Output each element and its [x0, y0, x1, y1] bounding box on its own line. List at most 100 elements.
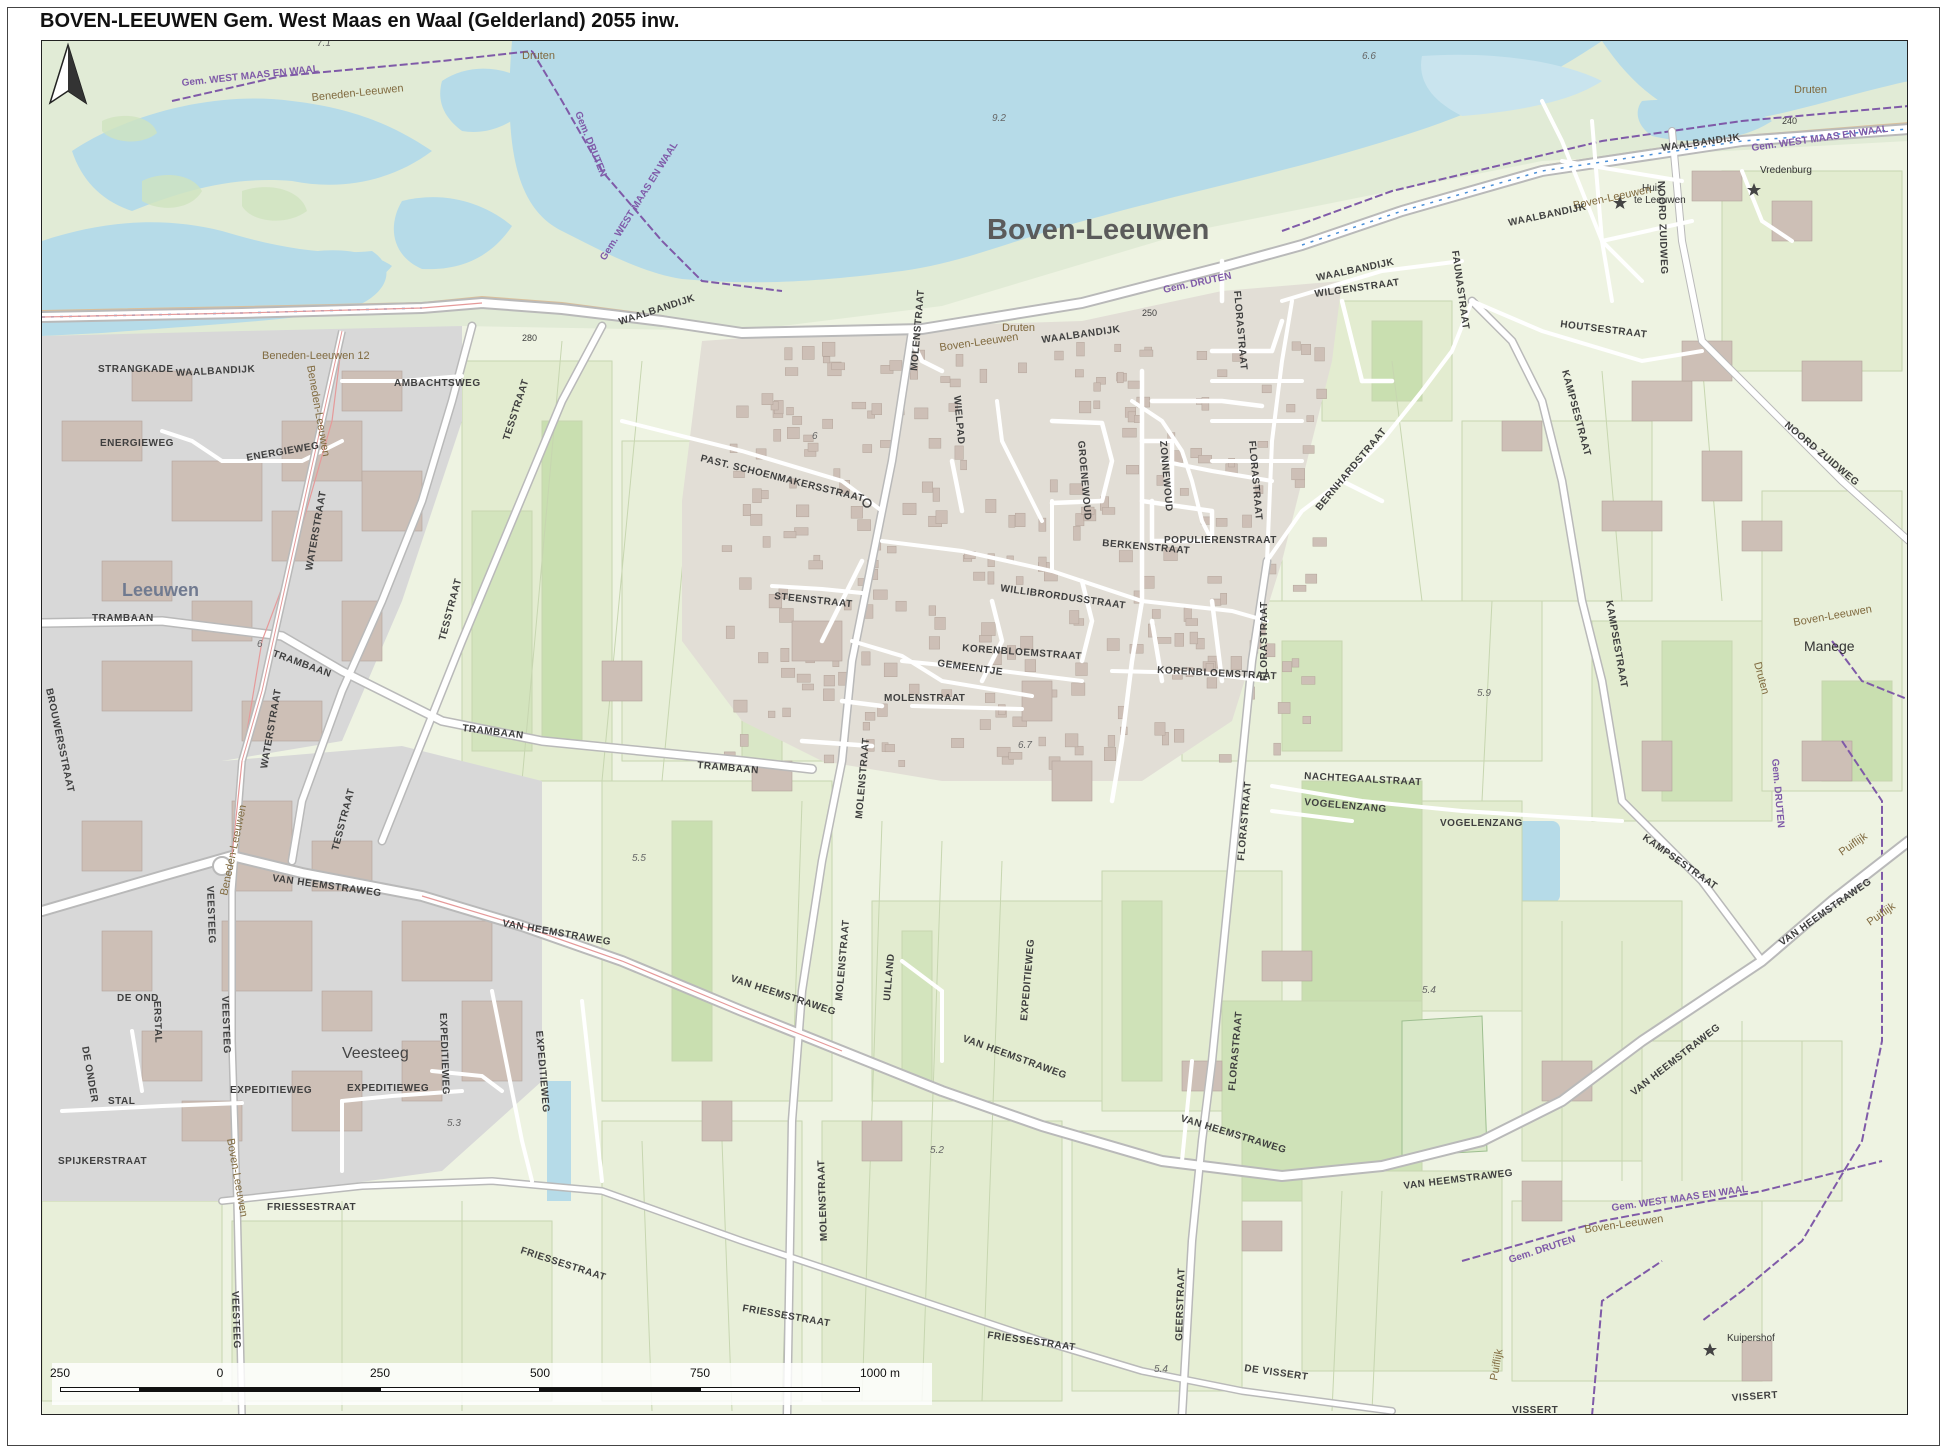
scale-label: 250: [369, 1366, 391, 1380]
house: [973, 571, 986, 581]
street-label: ERSTAL: [151, 1001, 163, 1044]
map-canvas[interactable]: Boven-Leeuwen Leeuwen Veesteeg Manege Hu…: [42, 41, 1908, 1415]
house: [1156, 637, 1172, 644]
house: [1024, 659, 1036, 673]
house: [1093, 400, 1101, 409]
house: [1015, 512, 1026, 527]
house: [1076, 342, 1085, 357]
house: [1306, 415, 1315, 422]
house: [935, 510, 948, 524]
place-label-veesteeg: Veesteeg: [342, 1045, 409, 1062]
house: [954, 445, 964, 460]
scale-segment: [140, 1387, 220, 1392]
house: [1151, 609, 1161, 619]
house: [1277, 702, 1291, 714]
house: [1282, 661, 1292, 673]
scale-segment: [380, 1387, 540, 1392]
house: [981, 622, 996, 636]
spot-height: 7.1: [317, 41, 331, 49]
spot-height: 5.2: [930, 1145, 944, 1156]
house: [1302, 445, 1315, 454]
house: [873, 589, 888, 600]
house: [781, 667, 796, 678]
house: [1185, 618, 1198, 626]
house: [1049, 479, 1058, 493]
house: [1230, 656, 1242, 670]
house: [784, 347, 793, 361]
house: [1174, 729, 1185, 743]
house: [1292, 584, 1307, 592]
scale-bar: 250 0 250 500 750 1000 m: [49, 1363, 932, 1405]
house: [1220, 593, 1227, 605]
house: [949, 378, 961, 388]
house: [889, 360, 903, 371]
street-label: TRAMBAAN: [92, 613, 154, 624]
house: [1242, 514, 1252, 528]
house: [934, 617, 946, 630]
house: [801, 346, 815, 360]
house: [1018, 362, 1027, 374]
house: [1198, 455, 1212, 464]
country-park: [1401, 1015, 1488, 1157]
house: [736, 405, 749, 418]
house: [921, 481, 933, 493]
scale-segment: [60, 1387, 140, 1392]
road-number: 250: [1142, 308, 1157, 318]
house: [801, 683, 814, 691]
spot-height: 6: [257, 639, 263, 650]
street-label: SPIJKERSTRAAT: [58, 1156, 147, 1167]
house: [1291, 468, 1305, 481]
house: [1286, 404, 1296, 413]
house: [1126, 465, 1140, 475]
locality-label-beneden-leeuwen: Beneden-Leeuwen 12: [262, 350, 370, 362]
house: [1093, 382, 1101, 392]
house: [884, 744, 895, 753]
place-label-leeuwen: Leeuwen: [122, 580, 199, 600]
house: [780, 648, 790, 662]
street-label: VISSERT: [1512, 1405, 1558, 1415]
house: [785, 367, 799, 376]
house: [773, 429, 782, 442]
house: [928, 636, 940, 650]
map-viewport[interactable]: Boven-Leeuwen Leeuwen Veesteeg Manege Hu…: [41, 40, 1908, 1415]
street-label: AMBACHTSWEG: [394, 378, 481, 389]
house: [831, 362, 845, 371]
house: [857, 519, 871, 531]
house: [794, 527, 809, 536]
locality-label-druten: Druten: [1794, 84, 1827, 96]
scale-label: 250: [49, 1366, 71, 1380]
house: [1273, 742, 1281, 756]
house: [1075, 662, 1088, 676]
spot-height: 5.4: [1154, 1364, 1168, 1375]
house: [786, 407, 794, 416]
house: [1189, 631, 1198, 645]
house: [758, 652, 769, 664]
house: [783, 531, 797, 539]
house: [792, 416, 803, 425]
place-label-vredenburg: Vredenburg: [1760, 165, 1812, 176]
spot-height: 6.6: [1362, 51, 1376, 62]
house: [762, 536, 771, 548]
house: [750, 513, 763, 526]
house: [940, 376, 951, 383]
scale-segment: [540, 1387, 700, 1392]
house: [987, 571, 995, 585]
house: [1064, 733, 1079, 748]
street-label: VEESTEEG: [204, 886, 217, 944]
house: [1291, 341, 1301, 351]
spot-height: 5.9: [1477, 688, 1491, 699]
north-arrow-icon: [48, 42, 88, 105]
house: [822, 418, 833, 429]
house: [951, 738, 965, 748]
house: [979, 719, 991, 730]
house: [928, 438, 942, 449]
house: [1107, 735, 1116, 747]
house: [1301, 676, 1316, 685]
road-number: 240: [1782, 116, 1797, 126]
place-label-manege: Manege: [1804, 638, 1855, 654]
house: [1038, 736, 1046, 747]
house: [1217, 369, 1228, 377]
house: [862, 722, 870, 731]
house: [1073, 526, 1081, 541]
house: [822, 356, 831, 364]
